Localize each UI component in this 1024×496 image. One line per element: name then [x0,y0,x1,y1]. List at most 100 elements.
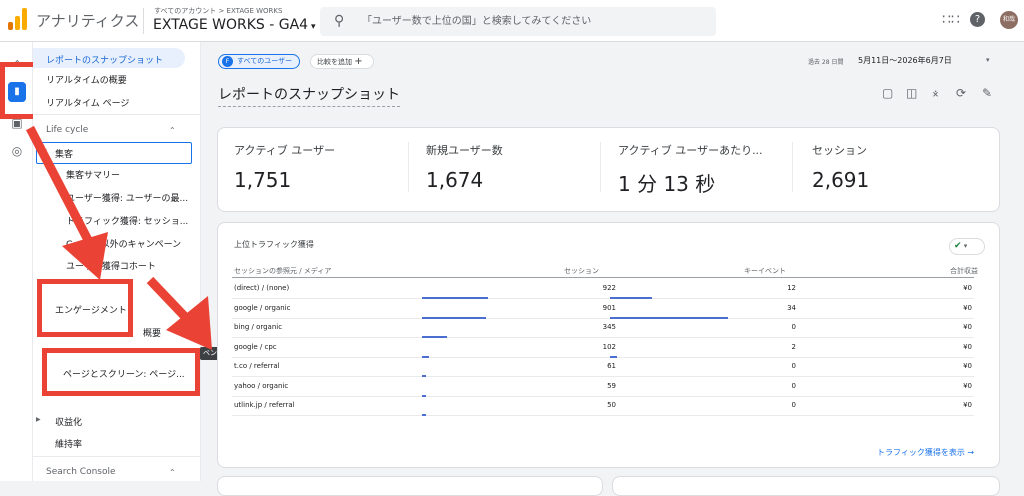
sidebar-item-user-acquisition[interactable]: ユーザー獲得: ユーザーの最... [66,191,188,204]
divider [600,142,601,192]
caret-down-icon[interactable]: ▾ [986,56,990,64]
main-content: F すべてのユーザー 比較を追加 + 過去 28 日間 5月11日～2026年6… [202,42,1024,496]
cell-sessions: 61 [607,362,616,370]
table-title: 上位トラフィック獲得 [234,240,314,249]
property-name: EXTAGE WORKS - GA4 [153,17,309,33]
chevron-up-icon[interactable]: ⌃ [169,468,176,477]
segment-chip-all-users[interactable]: F すべてのユーザー [218,54,300,69]
data-quality-check-button[interactable]: ✔ ▾ [949,238,985,255]
metric-label: アクティブ ユーザーあたり... [618,144,763,157]
table-row[interactable]: bing / organic 345 0 ¥0 [232,319,974,338]
add-comparison-button[interactable]: 比較を追加 + [310,54,374,69]
sidebar-item-pages-screens[interactable]: ページとスクリーン: ページ... [63,367,185,380]
account-breadcrumb[interactable]: すべてのアカウント > EXTAGE WORKS [154,6,282,16]
annotation-box-engagement: エンゲージメント [37,279,133,337]
cell-revenue: ¥0 [963,342,972,351]
sidebar-item-user-acq-cohort[interactable]: ユーザー獲得コホート [66,259,156,272]
sidebar-item-acquisition[interactable]: ▼ 集客 [36,142,192,164]
cell-sessions: 50 [607,401,616,409]
compare-icon[interactable]: ◫ [906,86,917,100]
metric-value: 2,691 [812,168,870,192]
sidebar-item-realtime-pages[interactable]: リアルタイム ページ [46,96,129,109]
traffic-table-card: 上位トラフィック獲得 ✔ ▾ セッションの参照元 / メディア セッション キー… [217,222,1000,468]
divider [408,142,409,192]
cell-key-events: 34 [787,303,796,312]
sidebar-item-non-google-campaigns[interactable]: Google 以外のキャンペーン [66,237,181,250]
sidebar-item-realtime-overview[interactable]: リアルタイムの概要 [46,73,127,86]
cell-key-events: 12 [787,284,796,292]
annotation-box-pages-screens: ページとスクリーン: ページ... [42,348,200,396]
cell-revenue: ¥0 [963,381,972,390]
avatar[interactable]: 和哉 [1000,11,1018,29]
advertising-icon[interactable]: ◎ [8,142,26,160]
cell-key-events: 0 [791,362,796,370]
metric-label: 新規ユーザー数 [426,144,503,157]
link-label: トラフィック獲得を表示 [877,448,965,457]
cell-revenue: ¥0 [963,362,972,370]
table-row[interactable]: utlink.jp / referral 50 0 ¥0 [232,397,974,416]
search-box[interactable]: ⚲ [320,7,716,36]
sidebar-item-monetization[interactable]: 収益化 [55,415,82,428]
cell-sessions: 345 [602,323,616,331]
date-range-picker[interactable]: 5月11日～2026年6月7日 [858,55,952,66]
sidebar-item-traffic-acquisition[interactable]: トラフィック獲得: セッショ... [66,214,188,227]
date-range-label: 過去 28 日間 [808,59,844,66]
metric-engagement-time[interactable]: アクティブ ユーザーあたり... 1 分 13 秒 [618,142,768,197]
app-name: アナリティクス [36,12,140,30]
column-header-source[interactable]: セッションの参照元 / メディア [234,266,331,276]
column-header-revenue[interactable]: 合計収益 [950,266,978,276]
cell-source: google / organic [234,303,291,312]
table-row[interactable]: t.co / referral 61 0 ¥0 [232,358,974,377]
plus-icon: + [354,56,363,67]
cell-key-events: 0 [791,381,796,390]
segment-badge: F [222,56,233,67]
sidebar-item-acq-overview[interactable]: 集客サマリー [66,168,120,181]
sidebar-item-retention[interactable]: 維持率 [55,437,82,450]
help-icon[interactable]: ? [970,12,985,27]
column-header-key-events[interactable]: キーイベント [744,266,786,276]
metric-sessions[interactable]: セッション 2,691 [812,142,982,192]
share-icon[interactable]: ⨰ [932,86,939,101]
column-header-sessions[interactable]: セッション [564,266,599,276]
insights-icon[interactable]: ⟳ [956,86,966,100]
search-input[interactable] [362,12,702,30]
divider [143,8,144,34]
metric-value: 1,751 [234,168,292,192]
expand-arrow-icon[interactable]: ▶ [36,416,41,423]
analytics-logo-icon[interactable] [8,8,28,30]
sidebar-item-snapshot[interactable]: レポートのスナップショット [33,48,185,68]
table-row[interactable]: (direct) / (none) 922 12 ¥0 [232,280,974,299]
next-card [217,476,603,496]
cell-sessions: 922 [602,284,616,292]
cell-revenue: ¥0 [963,284,972,292]
arrow-right-icon: → [967,448,975,457]
property-selector[interactable]: EXTAGE WORKS - GA4 ▾ [153,17,315,33]
section-header-search-console[interactable]: Search Console [46,467,116,477]
divider [33,114,201,115]
cell-revenue: ¥0 [963,323,972,331]
divider [33,456,201,457]
caret-down-icon: ▾ [308,22,316,32]
chevron-up-icon[interactable]: ⌃ [169,126,176,135]
expand-arrow-icon: ▼ [42,148,47,155]
section-header-lifecycle[interactable]: Life cycle [46,125,88,135]
pencil-icon[interactable]: ✎ [982,86,992,100]
segment-label: すべてのユーザー [237,57,293,65]
metric-active-users[interactable]: アクティブ ユーザー 1,751 [234,142,404,192]
metric-new-users[interactable]: 新規ユーザー数 1,674 [426,142,596,192]
metrics-card: アクティブ ユーザー 1,751 新規ユーザー数 1,674 アクティブ ユーザ… [217,127,1000,212]
bar-chart-icon[interactable]: ▮ [8,82,26,102]
add-comparison-label: 比較を追加 [317,58,352,66]
cell-key-events: 0 [791,323,796,331]
table-row[interactable]: google / cpc 102 2 ¥0 [232,339,974,358]
metric-label: アクティブ ユーザー [234,144,336,157]
table-row[interactable]: yahoo / organic 59 0 ¥0 [232,378,974,397]
table-row[interactable]: google / organic 901 34 ¥0 [232,300,974,319]
cell-revenue: ¥0 [963,401,972,409]
apps-grid-icon[interactable]: ∷∷ [942,12,960,28]
cell-source: yahoo / organic [234,381,289,390]
edit-note-icon[interactable]: ▢ [882,86,893,100]
sidebar-item-engagement-overview[interactable]: 概要 [143,326,161,339]
view-traffic-acquisition-link[interactable]: トラフィック獲得を表示 → [877,447,974,458]
sidebar-item-engagement[interactable]: エンゲージメント [55,303,127,316]
